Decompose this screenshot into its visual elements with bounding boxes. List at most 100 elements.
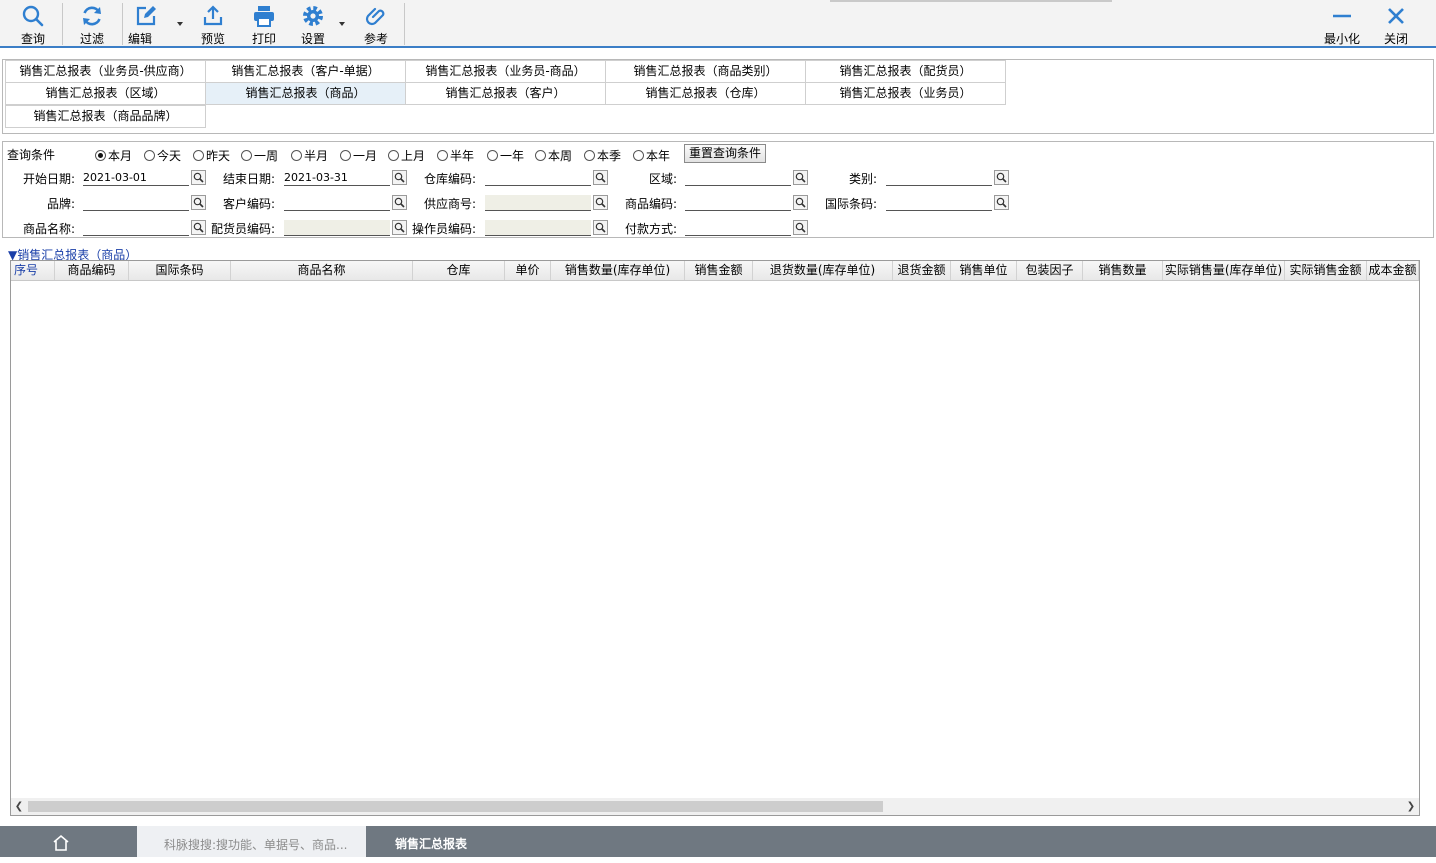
- report-tab[interactable]: 销售汇总报表（配货员）: [805, 60, 1006, 83]
- column-header[interactable]: 退货数量(库存单位): [753, 261, 893, 280]
- report-tab[interactable]: 销售汇总报表（业务员）: [805, 82, 1006, 105]
- period-radio[interactable]: 本年: [633, 147, 671, 163]
- reference-button[interactable]: 参考: [350, 0, 402, 46]
- report-tab[interactable]: 销售汇总报表（商品类别）: [605, 60, 806, 83]
- start-date-input[interactable]: 2021-03-01: [83, 170, 189, 186]
- report-tab[interactable]: 销售汇总报表（区域）: [5, 82, 206, 105]
- operator-code-input[interactable]: [485, 220, 591, 236]
- supplier-no-input[interactable]: [485, 195, 591, 211]
- customer-code-input[interactable]: [284, 195, 390, 211]
- report-tab[interactable]: 销售汇总报表（客户-单据）: [205, 60, 406, 83]
- category-input[interactable]: [886, 170, 992, 186]
- period-radio-label: 本年: [646, 149, 671, 163]
- print-button[interactable]: 打印: [238, 0, 290, 46]
- operator-code-label: 操作员编码:: [411, 222, 476, 236]
- period-radio-label: 一年: [500, 149, 525, 163]
- radio-circle-icon[interactable]: [633, 150, 644, 161]
- radio-circle-icon[interactable]: [535, 150, 546, 161]
- scroll-right-icon[interactable]: ❯: [1405, 800, 1417, 813]
- radio-circle-icon[interactable]: [241, 150, 252, 161]
- settings-dropdown-icon[interactable]: [339, 22, 345, 26]
- period-radio[interactable]: 半月: [291, 147, 328, 163]
- minimize-button[interactable]: 最小化: [1318, 0, 1366, 46]
- payment-method-label: 付款方式:: [624, 222, 677, 236]
- gear-icon: [303, 6, 323, 26]
- column-header[interactable]: 销售金额: [685, 261, 753, 280]
- column-header[interactable]: 成本金额: [1367, 261, 1419, 280]
- scrollbar-thumb[interactable]: [28, 801, 883, 812]
- horizontal-scrollbar[interactable]: ❮ ❯: [11, 798, 1419, 815]
- column-header[interactable]: 销售单位: [951, 261, 1017, 280]
- period-radio[interactable]: 本月: [95, 147, 132, 163]
- filter-button[interactable]: 过滤: [64, 0, 120, 46]
- column-header[interactable]: 单价: [505, 261, 551, 280]
- period-radio[interactable]: 本周: [535, 147, 573, 163]
- product-name-input[interactable]: [83, 220, 189, 236]
- barcode-input[interactable]: [886, 195, 992, 211]
- close-button[interactable]: 关闭: [1372, 0, 1420, 46]
- radio-circle-icon[interactable]: [340, 150, 351, 161]
- report-tab[interactable]: 销售汇总报表（商品品牌）: [5, 105, 206, 128]
- period-radio[interactable]: 昨天: [193, 147, 231, 163]
- column-header[interactable]: 商品编码: [55, 261, 129, 280]
- column-header[interactable]: 销售数量(库存单位): [551, 261, 685, 280]
- period-radio[interactable]: 本季: [584, 147, 621, 163]
- global-search-input[interactable]: 科脉搜搜:搜功能、单据号、商品...: [137, 826, 366, 857]
- column-header[interactable]: 序号: [11, 261, 55, 280]
- period-radio[interactable]: 一周: [241, 147, 278, 163]
- radio-circle-icon[interactable]: [437, 150, 448, 161]
- query-button[interactable]: 查询: [6, 0, 60, 46]
- report-tab[interactable]: 销售汇总报表（业务员-商品）: [405, 60, 606, 83]
- period-radio-label: 半年: [450, 149, 475, 163]
- preview-button[interactable]: 预览: [188, 0, 238, 46]
- radio-circle-icon[interactable]: [388, 150, 399, 161]
- period-radio[interactable]: 一年: [487, 147, 525, 163]
- period-radio[interactable]: 一月: [340, 147, 377, 163]
- period-radio[interactable]: 今天: [144, 147, 181, 163]
- scroll-left-icon[interactable]: ❮: [13, 800, 25, 813]
- reset-query-button[interactable]: 重置查询条件: [684, 144, 766, 163]
- payment-method-input[interactable]: [685, 220, 791, 236]
- open-tab-sales-summary[interactable]: 销售汇总报表: [366, 826, 506, 857]
- toolbar-separator: [62, 3, 63, 45]
- edit-button[interactable]: 编辑: [124, 0, 180, 46]
- taskbar: 科脉搜搜:搜功能、单据号、商品... 销售汇总报表: [0, 826, 1436, 857]
- barcode-lookup-button[interactable]: [994, 195, 1009, 210]
- column-header[interactable]: 实际销售量(库存单位): [1163, 261, 1285, 280]
- radio-circle-icon[interactable]: [144, 150, 155, 161]
- category-lookup-button[interactable]: [994, 170, 1009, 185]
- report-tab[interactable]: 销售汇总报表（业务员-供应商）: [5, 60, 206, 83]
- edit-dropdown-icon[interactable]: [177, 22, 183, 26]
- picker-code-input[interactable]: [284, 220, 390, 236]
- report-tab[interactable]: 销售汇总报表（仓库）: [605, 82, 806, 105]
- column-header[interactable]: 商品名称: [231, 261, 413, 280]
- product-code-input[interactable]: [685, 195, 791, 211]
- report-tab[interactable]: 销售汇总报表（客户）: [405, 82, 606, 105]
- column-header[interactable]: 仓库: [413, 261, 505, 280]
- region-input[interactable]: [685, 170, 791, 186]
- period-radio-label: 本周: [548, 149, 573, 163]
- radio-circle-icon[interactable]: [193, 150, 204, 161]
- supplier-no-label: 供应商号:: [423, 197, 476, 211]
- column-header[interactable]: 销售数量: [1083, 261, 1163, 280]
- end-date-input[interactable]: 2021-03-31: [284, 170, 390, 186]
- close-icon: [1388, 8, 1404, 24]
- payment-method-lookup-button[interactable]: [793, 220, 808, 235]
- column-header[interactable]: 实际销售金额: [1285, 261, 1367, 280]
- radio-circle-icon[interactable]: [487, 150, 498, 161]
- period-radio[interactable]: 半年: [437, 147, 475, 163]
- radio-circle-icon[interactable]: [584, 150, 595, 161]
- brand-input[interactable]: [83, 195, 189, 211]
- period-radio-label: 昨天: [206, 149, 231, 163]
- period-radio[interactable]: 上月: [388, 147, 425, 163]
- radio-circle-icon[interactable]: [95, 150, 106, 161]
- column-header[interactable]: 包装因子: [1017, 261, 1083, 280]
- settings-button[interactable]: 设置: [288, 0, 338, 46]
- report-tab-active[interactable]: 销售汇总报表（商品）: [205, 82, 406, 105]
- home-button[interactable]: [0, 826, 135, 857]
- search-icon: [22, 5, 44, 27]
- radio-circle-icon[interactable]: [291, 150, 302, 161]
- warehouse-code-input[interactable]: [485, 170, 591, 186]
- column-header[interactable]: 退货金额: [893, 261, 951, 280]
- column-header[interactable]: 国际条码: [129, 261, 231, 280]
